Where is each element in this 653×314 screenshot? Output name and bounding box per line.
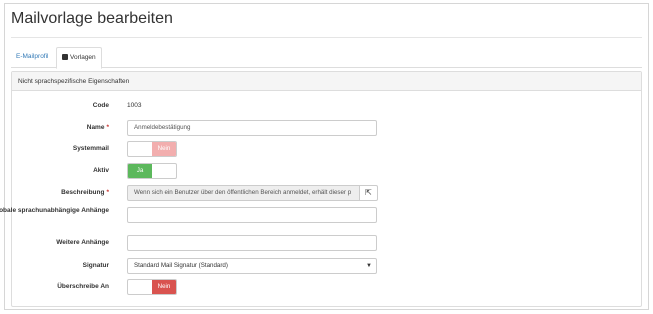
beschreibung-input[interactable]: Wenn sich ein Benutzer über den öffentli… [127,185,359,201]
beschreibung-label-text: Beschreibung [61,189,105,196]
title-divider [11,37,642,38]
ueberschreibe-an-label: Überschreibe An [57,283,109,290]
aktiv-toggle[interactable]: Ja [127,163,177,179]
tab-templates-label: Vorlagen [70,54,96,61]
systemmail-label: Systemmail [72,145,109,152]
main-frame: Mailvorlage bearbeiten E-Mailprofil Vorl… [0,3,649,310]
signatur-selected: Standard Mail Signatur (Standard) [134,262,228,269]
required-mark: * [106,124,109,131]
page-title: Mailvorlage bearbeiten [11,10,173,27]
signatur-select[interactable]: Standard Mail Signatur (Standard) ▼ [127,258,377,274]
name-label: Name * [0,124,109,132]
aktiv-toggle-state: Ja [128,164,152,178]
systemmail-toggle[interactable]: Nein [127,141,177,157]
ueberschreibe-an-toggle[interactable]: Nein [127,279,177,295]
signatur-label: Signatur [82,262,109,269]
name-input[interactable]: Anmeldebestätigung [127,120,377,136]
panel-heading: Nicht sprachspezifische Eigenschaften [12,72,641,91]
tab-templates[interactable]: Vorlagen [56,47,102,69]
required-mark: * [106,189,109,196]
weitere-anhaenge-input[interactable] [127,235,377,251]
tab-bar: E-Mailprofil Vorlagen [11,47,642,69]
caret-down-icon: ▼ [366,263,372,269]
globale-anhaenge-label: Globale sprachunabhängige Anhänge [0,207,109,214]
name-label-text: Name [86,124,105,131]
beschreibung-label: Beschreibung * [0,189,109,197]
systemmail-toggle-state: Nein [152,142,176,156]
code-label: Code [92,102,109,109]
open-description-button[interactable]: ⇱ [359,185,378,201]
properties-panel: Nicht sprachspezifische Eigenschaften Co… [0,71,642,307]
aktiv-label: Aktiv [93,167,109,174]
external-link-icon: ⇱ [365,188,372,197]
globale-anhaenge-input[interactable] [127,207,377,223]
files-icon [62,54,68,60]
tab-email-profile[interactable]: E-Mailprofil [11,47,54,68]
code-value: 1003 [127,102,142,109]
weitere-anhaenge-label: Weitere Anhänge [56,239,109,246]
ueberschreibe-an-toggle-state: Nein [152,280,176,294]
